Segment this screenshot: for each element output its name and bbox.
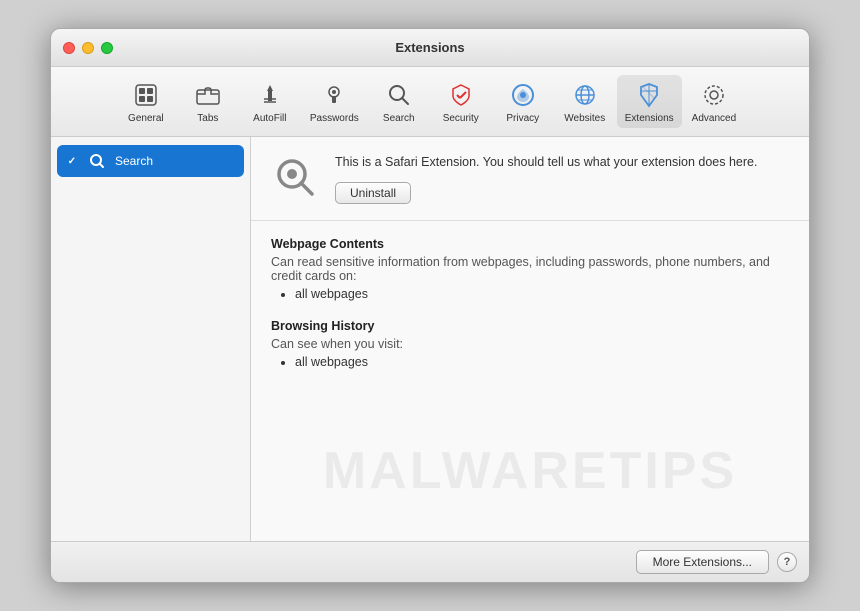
browsing-history-title: Browsing History xyxy=(271,319,789,333)
extension-detail-panel: MALWARETIPS This is a Safari Extension. … xyxy=(251,137,809,541)
extension-name: Search xyxy=(115,154,153,168)
webpage-contents-title: Webpage Contents xyxy=(271,237,789,251)
websites-icon xyxy=(569,79,601,111)
extension-description: This is a Safari Extension. You should t… xyxy=(335,153,789,172)
security-label: Security xyxy=(443,113,479,124)
toolbar-security[interactable]: Security xyxy=(431,75,491,128)
websites-label: Websites xyxy=(564,113,605,124)
extensions-sidebar: Search xyxy=(51,137,251,541)
tabs-label: Tabs xyxy=(197,113,218,124)
extension-search-icon xyxy=(87,151,107,171)
toolbar-websites[interactable]: Websites xyxy=(555,75,615,128)
browsing-history-item: all webpages xyxy=(295,355,789,369)
general-label: General xyxy=(128,113,164,124)
toolbar-general[interactable]: General xyxy=(116,75,176,128)
autofill-icon xyxy=(254,79,286,111)
security-icon xyxy=(445,79,477,111)
toolbar-advanced[interactable]: Advanced xyxy=(684,75,744,128)
main-content: Search MALWARETIPS This is a Safari Exte… xyxy=(51,137,809,541)
passwords-icon xyxy=(318,79,350,111)
more-extensions-button[interactable]: More Extensions... xyxy=(636,550,769,574)
advanced-icon xyxy=(698,79,730,111)
extension-info: This is a Safari Extension. You should t… xyxy=(335,153,789,204)
extension-enabled-checkbox[interactable] xyxy=(65,154,79,168)
search-toolbar-icon xyxy=(383,79,415,111)
passwords-label: Passwords xyxy=(310,113,359,124)
toolbar-tabs[interactable]: Tabs xyxy=(178,75,238,128)
extension-permissions: Webpage Contents Can read sensitive info… xyxy=(251,221,809,541)
toolbar-passwords[interactable]: Passwords xyxy=(302,75,367,128)
browsing-history-list: all webpages xyxy=(271,355,789,369)
minimize-button[interactable] xyxy=(82,42,94,54)
browsing-history-section: Browsing History Can see when you visit:… xyxy=(271,319,789,369)
sidebar-item-search-ext[interactable]: Search xyxy=(57,145,244,177)
general-icon xyxy=(130,79,162,111)
search-label: Search xyxy=(383,113,415,124)
close-button[interactable] xyxy=(63,42,75,54)
privacy-icon xyxy=(507,79,539,111)
extensions-icon xyxy=(633,79,665,111)
uninstall-button[interactable]: Uninstall xyxy=(335,182,411,204)
toolbar: General Tabs AutoFill xyxy=(51,67,809,137)
tabs-icon xyxy=(192,79,224,111)
webpage-contents-section: Webpage Contents Can read sensitive info… xyxy=(271,237,789,301)
titlebar: Extensions xyxy=(51,29,809,67)
toolbar-search[interactable]: Search xyxy=(369,75,429,128)
autofill-label: AutoFill xyxy=(253,113,286,124)
extension-header: This is a Safari Extension. You should t… xyxy=(251,137,809,221)
toolbar-extensions[interactable]: Extensions xyxy=(617,75,682,128)
toolbar-privacy[interactable]: Privacy xyxy=(493,75,553,128)
advanced-label: Advanced xyxy=(692,113,736,124)
toolbar-autofill[interactable]: AutoFill xyxy=(240,75,300,128)
webpage-contents-desc: Can read sensitive information from webp… xyxy=(271,255,789,283)
webpage-contents-list: all webpages xyxy=(271,287,789,301)
window-controls xyxy=(63,42,113,54)
help-button[interactable]: ? xyxy=(777,552,797,572)
footer: More Extensions... ? xyxy=(51,541,809,582)
window-title: Extensions xyxy=(395,40,464,55)
safari-preferences-window: Extensions General xyxy=(50,28,810,583)
extension-large-icon xyxy=(271,153,319,201)
webpage-contents-item: all webpages xyxy=(295,287,789,301)
privacy-label: Privacy xyxy=(506,113,539,124)
extensions-label: Extensions xyxy=(625,113,674,124)
browsing-history-desc: Can see when you visit: xyxy=(271,337,789,351)
maximize-button[interactable] xyxy=(101,42,113,54)
